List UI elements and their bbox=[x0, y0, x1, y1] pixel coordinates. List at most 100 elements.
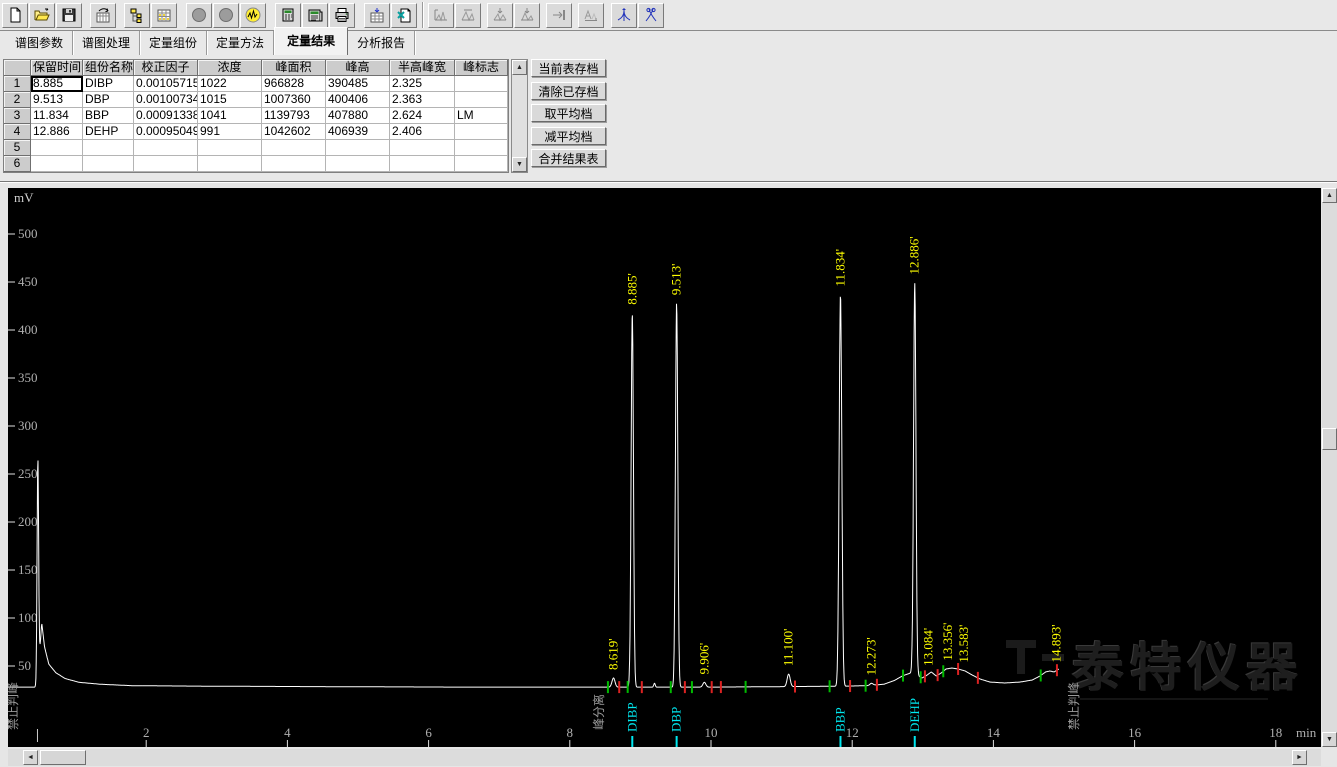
table-cell[interactable]: 2.325 bbox=[390, 76, 455, 92]
tab-analysis-report[interactable]: 分析报告 bbox=[348, 31, 415, 55]
table-cell[interactable] bbox=[455, 92, 508, 108]
take-average-button[interactable]: 取平均档 bbox=[531, 104, 606, 122]
baseline-corner-button[interactable] bbox=[428, 3, 454, 28]
table-cell[interactable]: 390485 bbox=[326, 76, 390, 92]
table-cell[interactable]: 0.00091338 bbox=[134, 108, 198, 124]
copy-report-button[interactable] bbox=[391, 3, 417, 28]
quant-grid-button[interactable] bbox=[151, 3, 177, 28]
tab-spectrum-params[interactable]: 谱图参数 bbox=[6, 31, 73, 55]
channel-2-button[interactable] bbox=[213, 3, 239, 28]
horizontal-scroll-thumb[interactable] bbox=[40, 750, 86, 765]
table-cell[interactable] bbox=[262, 140, 326, 156]
chart-horizontal-scrollbar[interactable]: ◄ ► bbox=[8, 749, 1321, 766]
table-cell[interactable] bbox=[198, 140, 262, 156]
column-header[interactable]: 峰标志 bbox=[455, 60, 508, 76]
calc-result-button[interactable] bbox=[275, 3, 301, 28]
column-header[interactable]: 半高峰宽 bbox=[390, 60, 455, 76]
table-cell[interactable] bbox=[262, 156, 326, 172]
table-cell[interactable] bbox=[83, 156, 134, 172]
tab-quant-results[interactable]: 定量结果 bbox=[274, 27, 348, 56]
table-cell[interactable]: 11.834 bbox=[31, 108, 83, 124]
table-cell[interactable] bbox=[134, 156, 198, 172]
table-cell[interactable] bbox=[198, 156, 262, 172]
scroll-left-icon[interactable]: ◄ bbox=[23, 750, 38, 765]
table-cell[interactable]: BBP bbox=[83, 108, 134, 124]
row-header[interactable]: 2 bbox=[4, 92, 31, 108]
scroll-up-icon[interactable]: ▲ bbox=[1322, 188, 1337, 203]
scroll-right-icon[interactable]: ► bbox=[1292, 750, 1307, 765]
row-header[interactable]: 6 bbox=[4, 156, 31, 172]
table-cell[interactable]: DIBP bbox=[83, 76, 134, 92]
table-cell[interactable] bbox=[455, 76, 508, 92]
table-cell[interactable]: DEHP bbox=[83, 124, 134, 140]
worktable-button[interactable] bbox=[90, 3, 116, 28]
channel-active-button[interactable] bbox=[240, 3, 266, 28]
table-cell[interactable]: LM bbox=[455, 108, 508, 124]
table-cell[interactable]: 8.885 bbox=[31, 76, 83, 92]
table-cell[interactable]: 2.624 bbox=[390, 108, 455, 124]
new-file-button[interactable] bbox=[2, 3, 28, 28]
table-cell[interactable]: 2.406 bbox=[390, 124, 455, 140]
save-to-table-button[interactable] bbox=[364, 3, 390, 28]
force-peak-start-button[interactable] bbox=[487, 3, 513, 28]
table-cell[interactable]: 966828 bbox=[262, 76, 326, 92]
row-header[interactable]: 5 bbox=[4, 140, 31, 156]
row-header[interactable]: 1 bbox=[4, 76, 31, 92]
table-cell[interactable] bbox=[326, 140, 390, 156]
baseline-range-button[interactable] bbox=[455, 3, 481, 28]
scroll-up-icon[interactable]: ▲ bbox=[512, 60, 527, 75]
table-corner[interactable] bbox=[4, 60, 31, 76]
peak-area-view-button[interactable] bbox=[578, 3, 604, 28]
table-cell[interactable]: 1007360 bbox=[262, 92, 326, 108]
tab-spectrum-processing[interactable]: 谱图处理 bbox=[73, 31, 140, 55]
subtract-average-button[interactable]: 减平均档 bbox=[531, 127, 606, 145]
scroll-down-icon[interactable]: ▼ bbox=[512, 157, 527, 172]
table-cell[interactable]: 407880 bbox=[326, 108, 390, 124]
calc-report-button[interactable] bbox=[302, 3, 328, 28]
column-header[interactable]: 峰面积 bbox=[262, 60, 326, 76]
merge-results-button[interactable]: 合并结果表 bbox=[531, 149, 606, 167]
chart-vertical-scrollbar[interactable]: ▲ ▼ bbox=[1322, 188, 1337, 747]
column-header[interactable]: 校正因子 bbox=[134, 60, 198, 76]
table-cell[interactable] bbox=[390, 156, 455, 172]
table-cell[interactable] bbox=[31, 140, 83, 156]
channel-1-button[interactable] bbox=[186, 3, 212, 28]
table-cell[interactable] bbox=[455, 156, 508, 172]
column-header[interactable]: 保留时间 bbox=[31, 60, 83, 76]
table-cell[interactable] bbox=[455, 124, 508, 140]
scroll-down-icon[interactable]: ▼ bbox=[1322, 732, 1337, 747]
table-scrollbar[interactable]: ▲ ▼ bbox=[511, 59, 528, 173]
tab-quant-components[interactable]: 定量组份 bbox=[140, 31, 207, 55]
table-cell[interactable] bbox=[31, 156, 83, 172]
table-cell[interactable] bbox=[326, 156, 390, 172]
table-cell[interactable]: 12.886 bbox=[31, 124, 83, 140]
force-peak-end-button[interactable] bbox=[514, 3, 540, 28]
open-file-button[interactable] bbox=[29, 3, 55, 28]
table-cell[interactable]: 991 bbox=[198, 124, 262, 140]
clear-archive-button[interactable]: 清除已存档 bbox=[531, 82, 606, 100]
table-cell[interactable]: 2.363 bbox=[390, 92, 455, 108]
column-header[interactable]: 峰高 bbox=[326, 60, 390, 76]
archive-current-button[interactable]: 当前表存档 bbox=[531, 59, 606, 77]
manual-peak-add-button[interactable] bbox=[611, 3, 637, 28]
table-cell[interactable]: 0.00100734 bbox=[134, 92, 198, 108]
table-cell[interactable]: 0.00095049 bbox=[134, 124, 198, 140]
print-button[interactable] bbox=[329, 3, 355, 28]
move-to-end-button[interactable] bbox=[546, 3, 572, 28]
save-file-button[interactable] bbox=[56, 3, 82, 28]
component-tree-button[interactable] bbox=[124, 3, 150, 28]
table-cell[interactable]: 1041 bbox=[198, 108, 262, 124]
tab-quant-method[interactable]: 定量方法 bbox=[207, 31, 274, 55]
table-cell[interactable] bbox=[390, 140, 455, 156]
column-header[interactable]: 浓度 bbox=[198, 60, 262, 76]
table-cell[interactable]: 0.00105715 bbox=[134, 76, 198, 92]
table-cell[interactable]: 406939 bbox=[326, 124, 390, 140]
manual-peak-split-button[interactable] bbox=[638, 3, 664, 28]
table-cell[interactable]: 1042602 bbox=[262, 124, 326, 140]
vertical-scroll-thumb[interactable] bbox=[1322, 428, 1337, 450]
table-cell[interactable]: 1015 bbox=[198, 92, 262, 108]
table-cell[interactable] bbox=[83, 140, 134, 156]
table-cell[interactable]: 9.513 bbox=[31, 92, 83, 108]
row-header[interactable]: 4 bbox=[4, 124, 31, 140]
row-header[interactable]: 3 bbox=[4, 108, 31, 124]
